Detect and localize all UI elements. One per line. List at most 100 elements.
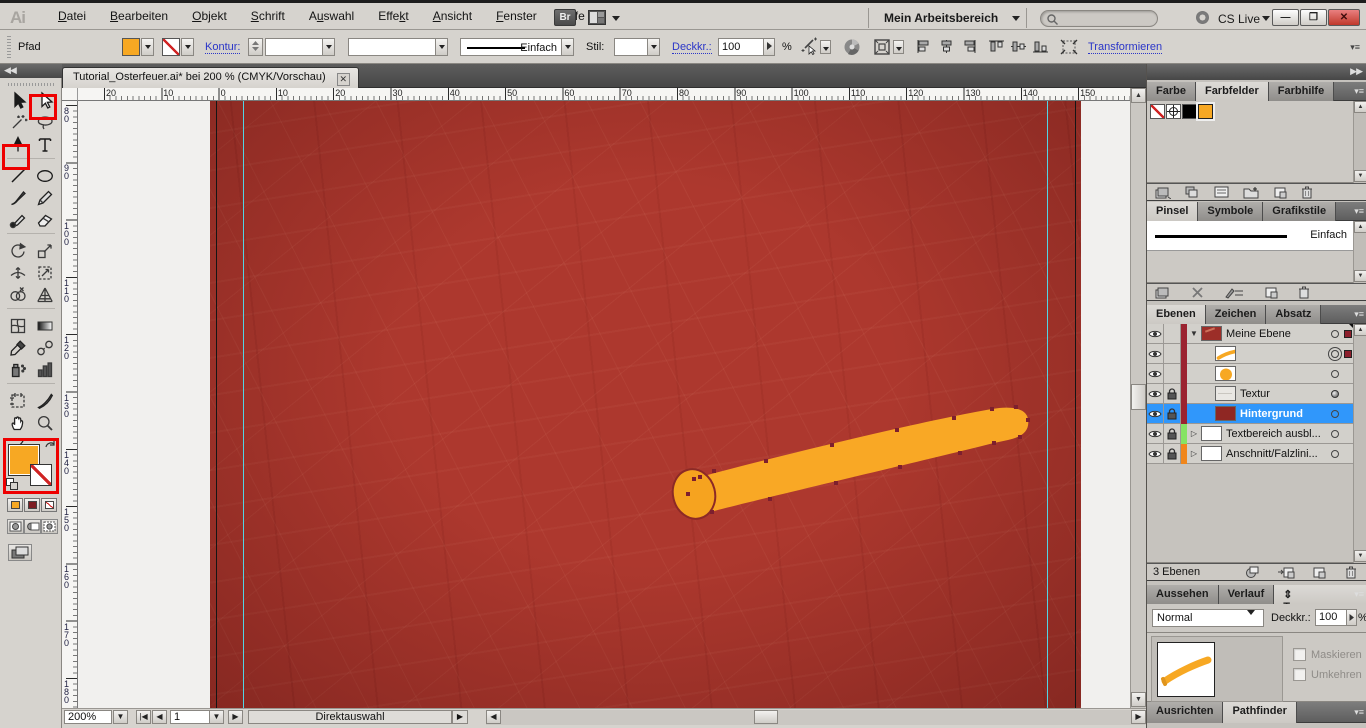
visibility-eye-icon[interactable]	[1147, 364, 1164, 384]
stroke-weight-caret[interactable]	[322, 38, 335, 56]
draw-inside-button[interactable]	[41, 519, 58, 534]
new-swatch-icon[interactable]	[1273, 186, 1287, 199]
target-circle-icon[interactable]	[1327, 330, 1343, 338]
lock-toggle-empty[interactable]	[1164, 324, 1181, 344]
layer-thumbnail[interactable]	[1215, 406, 1236, 421]
ruler-origin-corner[interactable]	[62, 88, 78, 101]
tab-verlauf[interactable]: Verlauf	[1219, 585, 1275, 604]
gradient-tool-icon[interactable]	[31, 315, 58, 337]
free-transform-tool-icon[interactable]	[31, 262, 58, 284]
object-thumbnail[interactable]	[1157, 642, 1215, 697]
symbol-sprayer-tool-icon[interactable]	[4, 359, 31, 381]
guide-line[interactable]	[243, 101, 244, 708]
tab-zeichen[interactable]: Zeichen	[1206, 305, 1267, 324]
tab-grafikstile[interactable]: Grafikstile	[1263, 202, 1336, 221]
new-layer-icon[interactable]	[1313, 566, 1327, 579]
controlbar-menu-icon[interactable]: ▾≡	[1350, 42, 1360, 53]
draw-behind-button[interactable]	[24, 519, 41, 534]
layer-thumbnail[interactable]	[1215, 366, 1236, 381]
scroll-down-icon[interactable]: ▼	[1354, 550, 1366, 562]
perspective-grid-tool-icon[interactable]	[31, 284, 58, 306]
hand-tool-icon[interactable]	[4, 412, 31, 434]
artboard-tool-icon[interactable]	[4, 390, 31, 412]
pencil-tool-icon[interactable]	[31, 187, 58, 209]
draw-normal-button[interactable]	[7, 519, 24, 534]
new-sublayer-icon[interactable]	[1277, 566, 1295, 579]
scale-tool-icon[interactable]	[31, 240, 58, 262]
target-circle-icon[interactable]	[1327, 430, 1343, 438]
stroke-color-caret[interactable]	[181, 38, 194, 56]
layer-thumbnail[interactable]	[1201, 446, 1222, 461]
swatch-black[interactable]	[1182, 104, 1197, 119]
status-flyout-icon[interactable]: ▶	[452, 710, 468, 724]
menu-bearbeiten[interactable]: Bearbeiten	[98, 4, 180, 28]
mask-checkbox[interactable]: Maskieren	[1293, 648, 1362, 661]
line-segment-tool-icon[interactable]	[4, 165, 31, 187]
minimize-button[interactable]: —	[1272, 9, 1299, 26]
blend-mode-caret[interactable]	[1247, 610, 1255, 615]
invert-checkbox[interactable]: Umkehren	[1293, 668, 1362, 681]
visibility-eye-icon[interactable]	[1147, 424, 1164, 444]
shape-builder-tool-icon[interactable]	[4, 284, 31, 306]
stroke-weight-link[interactable]: Kontur:	[205, 41, 240, 54]
scroll-left-icon[interactable]: ◀	[486, 710, 501, 724]
eyedropper-tool-icon[interactable]	[4, 337, 31, 359]
scroll-down-icon[interactable]: ▼	[1354, 270, 1366, 282]
vertical-scroll-thumb[interactable]	[1131, 384, 1146, 410]
scroll-down-icon[interactable]: ▼	[1131, 692, 1146, 707]
swatch-none[interactable]	[1150, 104, 1165, 119]
default-fill-stroke-icon[interactable]	[6, 478, 19, 490]
vertical-scrollbar[interactable]: ▲ ▼	[1130, 88, 1146, 708]
layer-thumbnail[interactable]	[1215, 386, 1236, 401]
align-left-icon[interactable]	[916, 39, 933, 54]
lock-icon[interactable]	[1164, 404, 1181, 424]
target-circle-icon[interactable]	[1327, 390, 1343, 398]
menu-fenster[interactable]: Fenster	[484, 4, 549, 28]
fill-color-swatch[interactable]	[122, 38, 140, 56]
lock-icon[interactable]	[1164, 424, 1181, 444]
scroll-up-icon[interactable]: ▲	[1354, 101, 1366, 113]
lock-icon[interactable]	[1164, 384, 1181, 404]
layer-thumbnail[interactable]	[1201, 426, 1222, 441]
cs-live-button[interactable]: CS Live	[1218, 12, 1260, 26]
remove-brush-stroke-icon[interactable]	[1191, 286, 1204, 299]
tab-ausrichten[interactable]: Ausrichten	[1147, 702, 1223, 723]
type-tool-icon[interactable]	[31, 134, 58, 156]
first-page-button[interactable]: |◀	[136, 710, 151, 724]
swatch-options-icon[interactable]	[1214, 186, 1229, 198]
menu-ansicht[interactable]: Ansicht	[421, 4, 484, 28]
selection-tool-icon[interactable]	[4, 90, 31, 112]
layer-row--pfad-[interactable]	[1147, 344, 1353, 364]
tab-ebenen[interactable]: Ebenen	[1147, 305, 1206, 324]
layer-name[interactable]: Textbereich ausbl...	[1226, 428, 1327, 440]
align-vcenter-icon[interactable]	[1010, 39, 1027, 54]
opacity-field[interactable]: 100	[718, 38, 764, 56]
layer-thumbnail[interactable]	[1201, 326, 1222, 341]
target-circle-icon[interactable]	[1327, 410, 1343, 418]
tab-transparenz[interactable]: ⇕ Transparenz	[1274, 585, 1366, 604]
panel-grip[interactable]	[7, 36, 11, 58]
swatch-libraries-icon[interactable]	[1155, 186, 1171, 199]
collapse-tools-button[interactable]: ◀◀	[0, 64, 62, 78]
width-profile-select[interactable]	[348, 38, 436, 56]
brush-definition-select[interactable]: Einfach	[460, 38, 562, 56]
tab-symbole[interactable]: Symbole	[1198, 202, 1263, 221]
panel-menu-icon[interactable]: ▾≡	[1354, 707, 1364, 718]
tab-absatz[interactable]: Absatz	[1266, 305, 1321, 324]
align-bottom-icon[interactable]	[1032, 39, 1049, 54]
magic-wand-tool-icon[interactable]	[4, 112, 31, 134]
search-input[interactable]	[1040, 10, 1158, 27]
visibility-eye-icon[interactable]	[1147, 384, 1164, 404]
eraser-tool-icon[interactable]	[31, 209, 58, 231]
cs-live-caret[interactable]	[1262, 16, 1270, 21]
expand-triangle-icon[interactable]: ▷	[1187, 429, 1201, 438]
screen-mode-button[interactable]	[8, 544, 32, 561]
new-brush-icon[interactable]	[1264, 286, 1278, 299]
horizontal-scrollbar[interactable]: ◀ ▶	[486, 710, 1146, 725]
recolor-artwork-icon[interactable]	[842, 37, 862, 57]
stroke-weight-field[interactable]	[265, 38, 323, 56]
target-circle-icon[interactable]	[1327, 450, 1343, 458]
swatch-registration[interactable]	[1166, 104, 1181, 119]
pen-tool-icon[interactable]	[4, 134, 31, 156]
visibility-eye-icon[interactable]	[1147, 324, 1164, 344]
